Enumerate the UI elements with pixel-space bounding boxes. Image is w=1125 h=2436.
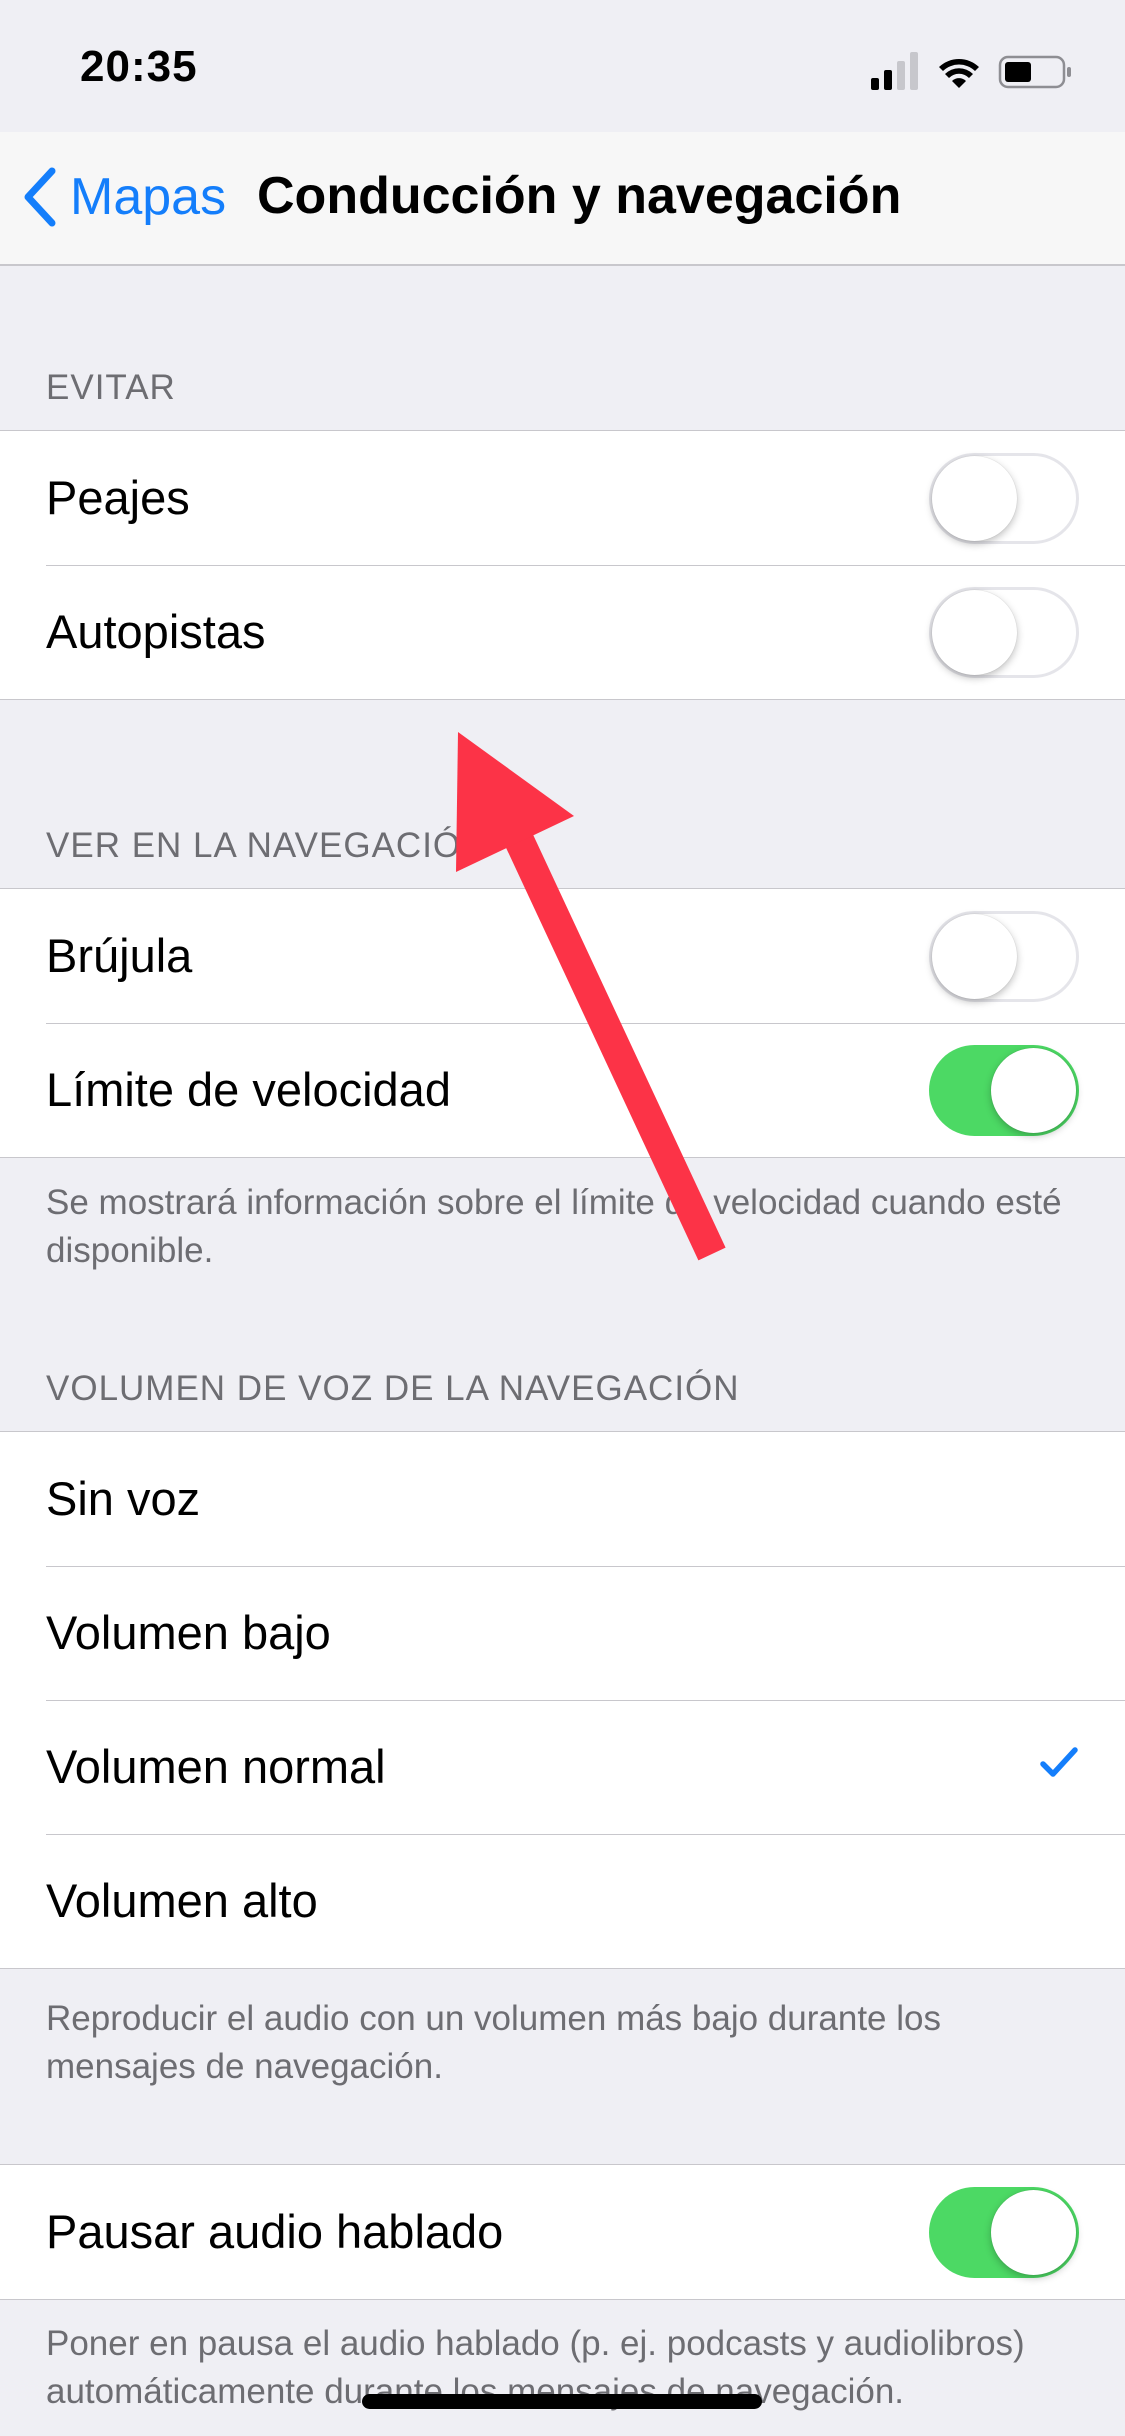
row-compass: Brújula <box>0 889 1125 1023</box>
highways-toggle[interactable] <box>929 587 1079 678</box>
row-highways: Autopistas <box>0 565 1125 699</box>
toggle-knob <box>932 456 1017 541</box>
volume-group: Sin voz Volumen bajo Volumen normal Volu… <box>0 1431 1125 1969</box>
speed-limit-footer: Se mostrará información sobre el límite … <box>46 1183 1062 1270</box>
back-button[interactable]: Mapas <box>22 162 226 232</box>
section-header-show: VER EN LA NAVEGACIÓN <box>46 826 488 865</box>
chevron-left-icon <box>24 167 56 227</box>
back-button-label: Mapas <box>70 168 227 226</box>
toggle-knob <box>991 1048 1076 1133</box>
compass-toggle[interactable] <box>929 911 1079 1002</box>
row-label: Pausar audio hablado <box>46 2205 504 2258</box>
row-label: Peajes <box>46 471 190 524</box>
status-icons <box>871 48 1081 92</box>
row-label: Límite de velocidad <box>46 1063 451 1116</box>
toggle-knob <box>932 914 1017 999</box>
toggle-knob <box>932 590 1017 675</box>
row-volume-none[interactable]: Sin voz <box>0 1432 1125 1566</box>
pause-audio-toggle[interactable] <box>929 2187 1079 2278</box>
tolls-toggle[interactable] <box>929 453 1079 544</box>
avoid-group: Peajes Autopistas <box>0 430 1125 700</box>
section-header-volume: VOLUMEN DE VOZ DE LA NAVEGACIÓN <box>46 1369 740 1408</box>
row-volume-low[interactable]: Volumen bajo <box>0 1566 1125 1700</box>
row-label: Brújula <box>46 929 193 982</box>
wifi-icon <box>939 59 979 88</box>
battery-icon <box>998 55 1071 89</box>
row-label: Autopistas <box>46 605 266 658</box>
row-volume-normal[interactable]: Volumen normal <box>0 1700 1125 1834</box>
row-label: Volumen alto <box>46 1874 318 1927</box>
page-title: Conducción y navegación <box>257 167 902 225</box>
row-speed-limit: Límite de velocidad <box>0 1023 1125 1157</box>
checkmark-icon <box>1040 1747 1078 1777</box>
row-label: Sin voz <box>46 1472 201 1525</box>
show-group: Brújula Límite de velocidad <box>0 888 1125 1158</box>
pause-group: Pausar audio hablado <box>0 2164 1125 2300</box>
row-tolls: Peajes <box>0 431 1125 565</box>
row-pause-audio: Pausar audio hablado <box>0 2165 1125 2299</box>
home-indicator <box>362 2394 762 2409</box>
toggle-knob <box>991 2190 1076 2275</box>
row-volume-high[interactable]: Volumen alto <box>0 1834 1125 1968</box>
navigation-bar: Mapas Conducción y navegación <box>0 132 1125 266</box>
status-time: 20:35 <box>80 42 198 91</box>
row-label: Volumen bajo <box>46 1606 331 1659</box>
speed-limit-toggle[interactable] <box>929 1045 1079 1136</box>
status-bar: 20:35 <box>0 0 1125 132</box>
cellular-signal-icon <box>871 52 918 90</box>
row-label: Volumen normal <box>46 1740 386 1793</box>
section-header-avoid: EVITAR <box>46 368 176 407</box>
volume-footer: Reproducir el audio con un volumen más b… <box>46 1999 941 2086</box>
